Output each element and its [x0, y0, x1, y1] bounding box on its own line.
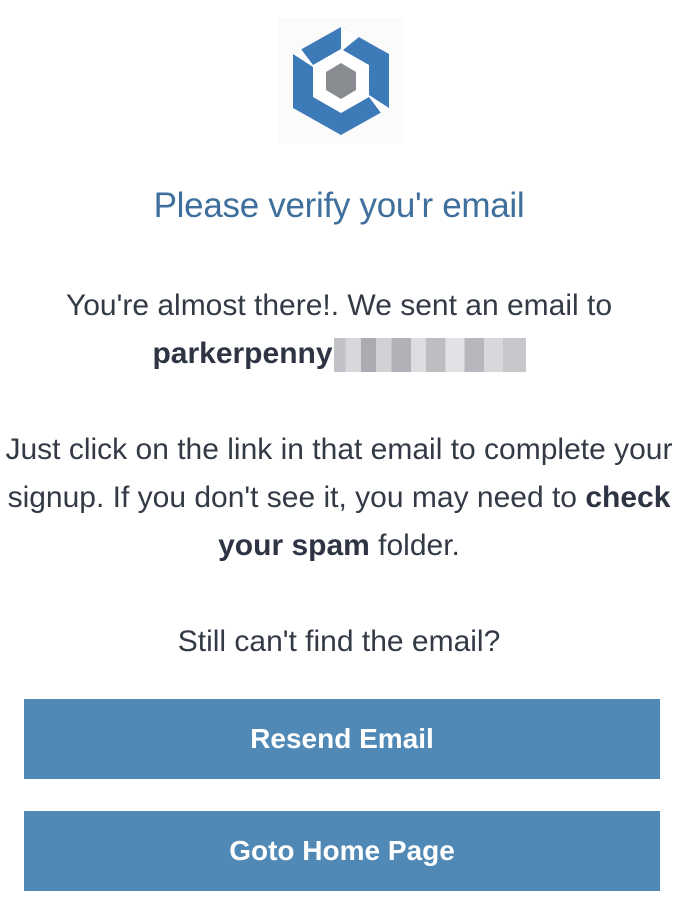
still-cant-find-text: Still can't find the email?	[177, 625, 501, 658]
resend-email-button[interactable]: Resend Email	[24, 699, 660, 779]
instructions-message: Just click on the link in that email to …	[0, 426, 678, 570]
email-visible-part: parkerpenny	[152, 337, 333, 370]
page-title: Please verify you'r email	[153, 186, 525, 225]
goto-home-button[interactable]: Goto Home Page	[24, 811, 660, 891]
verify-email-page: Please verify you'r email You're almost …	[0, 0, 678, 914]
instructions-end: folder.	[369, 529, 460, 562]
instructions-text: Just click on the link in that email to …	[5, 433, 673, 514]
email-redaction	[333, 338, 526, 373]
intro-text: You're almost there!. We sent an email t…	[65, 289, 613, 322]
logo	[278, 18, 404, 144]
email-address: parkerpenny	[152, 330, 526, 378]
hexagon-logo-icon	[293, 27, 389, 135]
intro-message: You're almost there!. We sent an email t…	[0, 282, 678, 378]
